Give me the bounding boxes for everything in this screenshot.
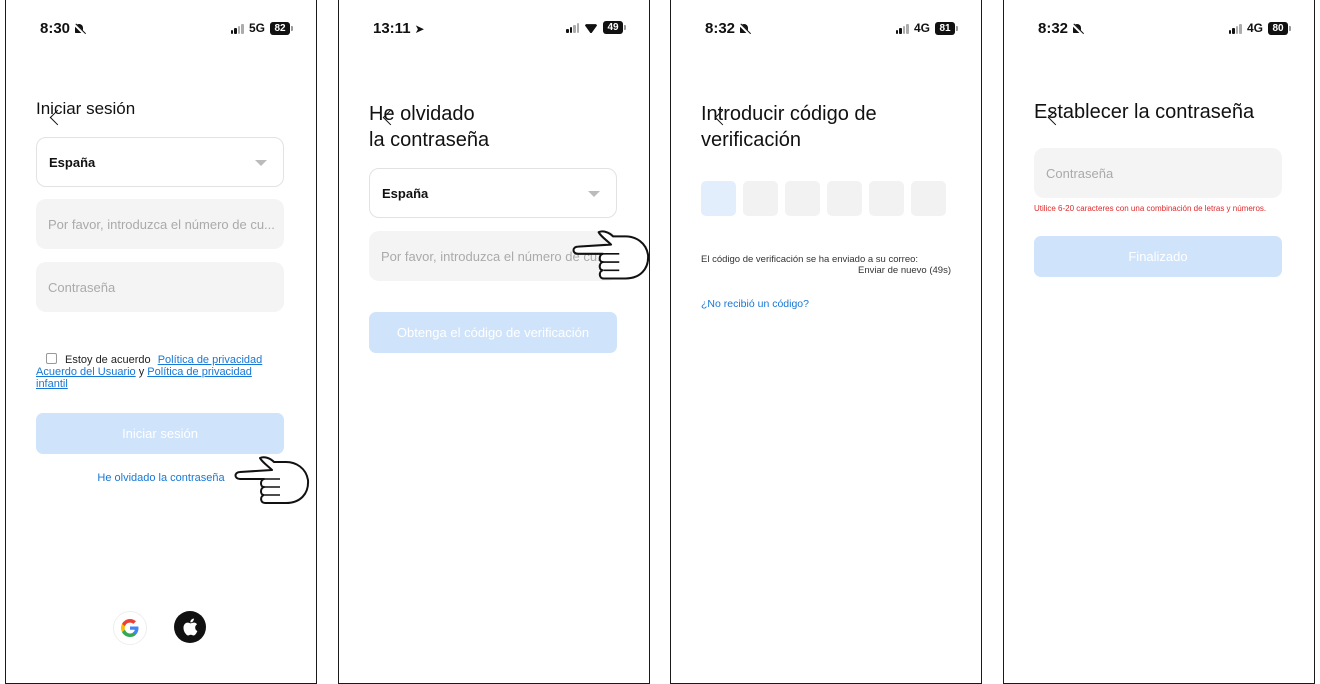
code-digit-box[interactable] xyxy=(911,181,946,216)
battery-icon: 49 xyxy=(603,21,626,34)
signal-icon xyxy=(895,23,909,34)
page-title-line2: verificación xyxy=(701,129,802,151)
no-code-link[interactable]: ¿No recibió un código? xyxy=(701,298,809,310)
page-title-line2: la contraseña xyxy=(369,129,490,151)
google-login-button[interactable] xyxy=(113,611,147,645)
back-button[interactable] xyxy=(359,53,399,126)
network-type: 5G xyxy=(248,21,265,35)
code-sent-text: El código de verificación se ha enviado … xyxy=(701,254,919,265)
location-arrow-icon: ➤ xyxy=(414,21,425,36)
and-label: y xyxy=(138,366,145,378)
screen-set-password: 8:32 4G 80 Establecer la contraseña Cont… xyxy=(1003,0,1315,684)
silent-icon xyxy=(739,23,750,35)
code-digit-box[interactable] xyxy=(701,181,736,216)
code-digit-box[interactable] xyxy=(869,181,904,216)
finish-button[interactable]: Finalizado xyxy=(1034,236,1282,277)
new-password-input[interactable]: Contraseña xyxy=(1034,148,1282,198)
network-type: 4G xyxy=(913,21,930,35)
agree-checkbox[interactable] xyxy=(46,353,57,364)
country-value: España xyxy=(382,185,429,201)
country-value: España xyxy=(49,154,96,170)
clock: 13:11 xyxy=(373,20,411,37)
clock: 8:30 xyxy=(40,20,71,37)
user-agreement-link[interactable]: Acuerdo del Usuario xyxy=(36,366,136,378)
agree-label: Estoy de acuerdo xyxy=(65,354,151,366)
battery-icon: 82 xyxy=(270,21,293,35)
password-input[interactable]: Contraseña xyxy=(36,262,284,312)
caret-down-icon xyxy=(588,191,600,197)
signal-icon xyxy=(230,23,244,34)
code-digit-box[interactable] xyxy=(827,181,862,216)
account-number-input[interactable]: Por favor, introduzca el número de cu... xyxy=(36,199,284,249)
status-bar: 8:32 4G 80 xyxy=(1004,20,1314,38)
status-bar: 13:11 ➤ 49 xyxy=(339,20,649,38)
code-digit-box[interactable] xyxy=(743,181,778,216)
code-input-boxes[interactable] xyxy=(701,181,946,216)
page-title-line1: He olvidado xyxy=(369,103,475,125)
apple-login-button[interactable] xyxy=(174,611,206,643)
terms-agreement: Estoy de acuerdo Política de privacidad … xyxy=(36,353,286,390)
wifi-icon xyxy=(584,22,598,33)
page-title: He olvidado la contraseña xyxy=(369,101,489,153)
signal-icon xyxy=(566,22,579,33)
login-button[interactable]: Iniciar sesión xyxy=(36,413,284,454)
country-select[interactable]: España xyxy=(36,137,284,187)
code-sent-message: El código de verificación se ha enviado … xyxy=(701,254,951,276)
battery-icon: 81 xyxy=(935,21,958,35)
pointing-hand-icon xyxy=(234,456,310,504)
page-title: Iniciar sesión xyxy=(36,99,136,118)
caret-down-icon xyxy=(255,160,267,166)
signal-icon xyxy=(1228,23,1242,34)
network-type: 4G xyxy=(1246,21,1263,35)
page-title-line1: Introducir código de xyxy=(701,103,877,125)
back-button[interactable] xyxy=(691,53,731,126)
back-button[interactable] xyxy=(26,53,66,126)
google-icon xyxy=(121,619,139,637)
code-digit-box[interactable] xyxy=(785,181,820,216)
screen-login: 8:30 5G 82 Iniciar sesión España Por fav… xyxy=(5,0,317,684)
apple-icon xyxy=(183,618,198,636)
clock: 8:32 xyxy=(1038,20,1069,37)
silent-icon xyxy=(74,23,85,35)
pointing-hand-icon xyxy=(572,230,649,280)
page-title: Establecer la contraseña xyxy=(1034,101,1255,123)
resend-countdown[interactable]: Enviar de nuevo (49s) xyxy=(701,265,951,276)
back-button[interactable] xyxy=(1024,53,1064,126)
battery-icon: 80 xyxy=(1268,21,1291,35)
clock: 8:32 xyxy=(705,20,736,37)
get-code-button[interactable]: Obtenga el código de verificación xyxy=(369,312,617,353)
silent-icon xyxy=(1072,23,1083,35)
screen-forgot-password: 13:11 ➤ 49 He olvidado la contraseña Espa… xyxy=(338,0,650,684)
page-title: Introducir código de verificación xyxy=(701,101,877,153)
status-bar: 8:32 4G 81 xyxy=(671,20,981,38)
password-hint: Utilice 6-20 caracteres con una combinac… xyxy=(1034,204,1267,213)
country-select[interactable]: España xyxy=(369,168,617,218)
screen-verification-code: 8:32 4G 81 Introducir código de verifica… xyxy=(670,0,982,684)
privacy-policy-link[interactable]: Política de privacidad xyxy=(158,354,263,366)
status-bar: 8:30 5G 82 xyxy=(6,20,316,38)
